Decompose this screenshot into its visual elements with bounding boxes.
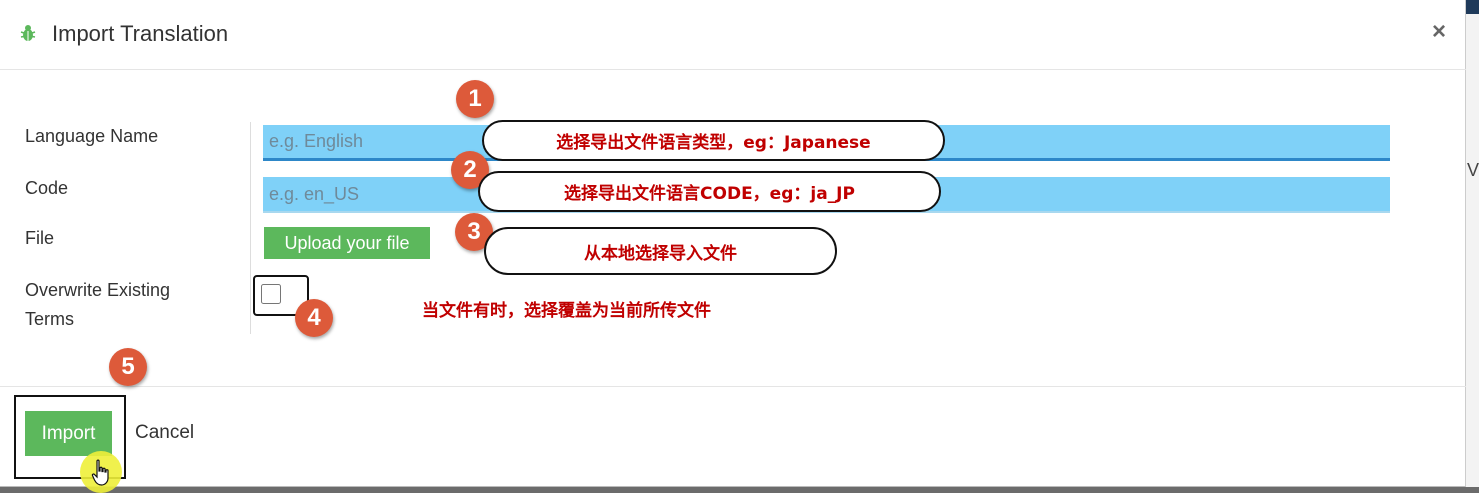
- language-name-label: Language Name: [25, 126, 159, 146]
- bug-icon: [20, 25, 36, 41]
- step1-note: 选择导出文件语言类型，eg：Japanese: [482, 120, 945, 161]
- hand-cursor-icon: [91, 459, 109, 486]
- code-label: Code: [25, 178, 69, 198]
- overwrite-label-line2: Terms: [25, 309, 74, 329]
- import-button[interactable]: Import: [25, 411, 112, 456]
- step-badge-4: 4: [295, 299, 333, 337]
- modal-footer-divider: [0, 386, 1466, 387]
- background-app-strip: [1466, 0, 1479, 493]
- column-divider: [250, 122, 251, 334]
- background-app-bottom: [0, 487, 1479, 493]
- step4-note: 当文件有时，选择覆盖为当前所传文件: [422, 301, 711, 321]
- overwrite-checkbox[interactable]: [261, 284, 281, 304]
- cancel-button[interactable]: Cancel: [135, 422, 194, 444]
- background-app-topbar: [1466, 0, 1479, 14]
- step-badge-5: 5: [109, 348, 147, 386]
- overwrite-label-line1: Overwrite Existing: [25, 280, 171, 300]
- close-icon[interactable]: ×: [1432, 18, 1446, 46]
- step2-note: 选择导出文件语言CODE，eg：ja_JP: [478, 171, 941, 212]
- background-app-text: V: [1467, 160, 1479, 180]
- modal-header: Import Translation ×: [0, 0, 1466, 70]
- file-label: File: [25, 228, 55, 248]
- step3-note: 从本地选择导入文件: [484, 227, 837, 275]
- overwrite-label: Overwrite Existing Terms: [25, 276, 170, 334]
- upload-file-button[interactable]: Upload your file: [264, 227, 430, 259]
- step-badge-1: 1: [456, 80, 494, 118]
- modal-title: Import Translation: [52, 21, 229, 46]
